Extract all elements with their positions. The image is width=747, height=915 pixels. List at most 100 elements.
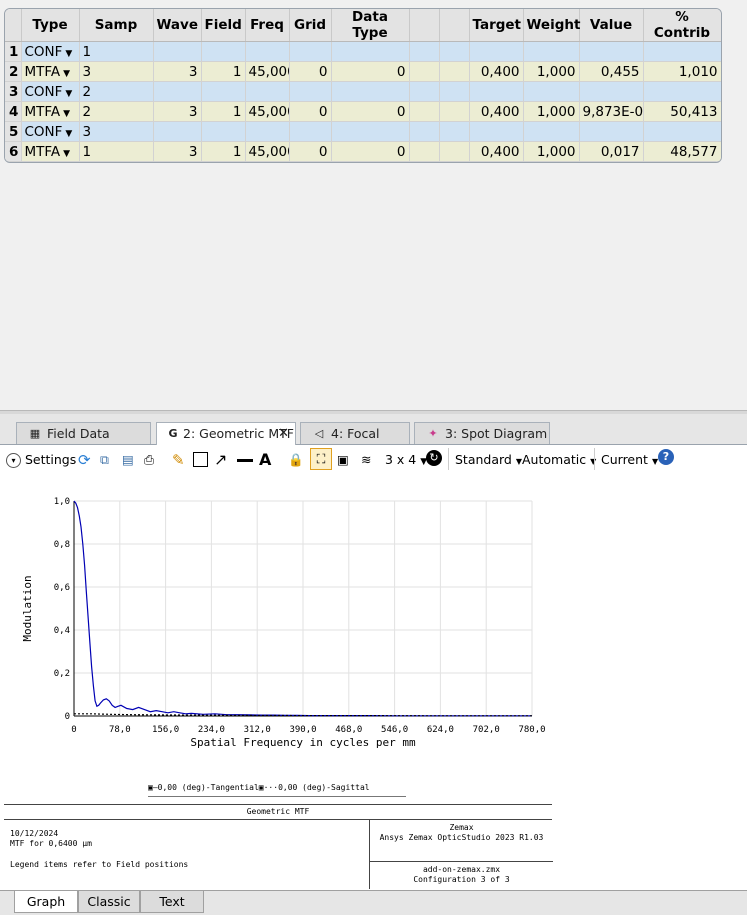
cell-weight[interactable] — [523, 41, 580, 62]
cell-weight[interactable]: 1,000 — [523, 101, 580, 122]
pencil-icon[interactable]: ✎ — [172, 451, 185, 469]
column-header[interactable]: Samp — [79, 9, 154, 42]
cell-contrib[interactable]: 50,413 — [643, 101, 721, 122]
zoom-box-icon[interactable]: ⛶ — [310, 448, 332, 470]
column-header[interactable]: % Contrib — [643, 9, 721, 42]
cell-field[interactable] — [201, 81, 246, 102]
operand-type-cell[interactable]: MTFA ▼ — [21, 141, 80, 162]
cell-dtype[interactable]: 0 — [331, 101, 410, 122]
cell-wave[interactable]: 3 — [153, 61, 202, 82]
cell-value[interactable]: 0,455 — [579, 61, 644, 82]
row-number[interactable]: 4 — [5, 101, 22, 122]
cell-field[interactable]: 1 — [201, 141, 246, 162]
tab-spot-diagram[interactable]: ✦ 3: Spot Diagram — [414, 422, 550, 444]
operand-type-cell[interactable]: CONF ▼ — [21, 81, 80, 102]
chevron-down-icon[interactable]: ▼ — [63, 149, 70, 159]
chevron-down-icon[interactable]: ▼ — [63, 109, 70, 119]
refresh-icon[interactable]: ⟳ — [78, 451, 91, 469]
cell-empty[interactable] — [409, 101, 440, 122]
cell-wave[interactable]: 3 — [153, 101, 202, 122]
cell-field[interactable]: 1 — [201, 101, 246, 122]
close-icon[interactable]: ✕ — [278, 423, 289, 445]
table-row[interactable]: 2MTFA▼33145,000000,4001,0000,4551,010 — [5, 61, 721, 82]
column-header[interactable]: Grid — [289, 9, 332, 42]
layout-dropdown[interactable]: 3 x 4 ▼ — [385, 451, 427, 469]
rectangle-icon[interactable] — [193, 452, 208, 467]
cell-grid[interactable]: 0 — [289, 101, 332, 122]
layers-icon[interactable]: ≋ — [361, 451, 371, 469]
save-icon[interactable]: ▤ — [122, 451, 134, 469]
cell-empty[interactable] — [409, 121, 440, 142]
cell-grid[interactable] — [289, 81, 332, 102]
row-number[interactable]: 3 — [5, 81, 22, 102]
column-header[interactable]: Freq — [245, 9, 290, 42]
cell-grid[interactable] — [289, 41, 332, 62]
cell-samp[interactable]: 3 — [79, 61, 154, 82]
cell-target[interactable]: 0,400 — [469, 141, 524, 162]
chevron-down-icon[interactable]: ▼ — [65, 49, 72, 59]
cell-value[interactable]: 9,873E-03 — [579, 101, 644, 122]
cell-freq[interactable] — [245, 121, 290, 142]
help-icon[interactable]: ? — [658, 449, 674, 465]
tab-geometric-mtf[interactable]: G 2: Geometric MTF ✕ — [156, 422, 296, 445]
cell-empty[interactable] — [439, 141, 470, 162]
row-number[interactable]: 1 — [5, 41, 22, 62]
cell-weight[interactable]: 1,000 — [523, 141, 580, 162]
table-row[interactable]: 3 CONF ▼ 2 — [5, 81, 721, 102]
chevron-down-icon[interactable]: ▼ — [65, 89, 72, 99]
column-header[interactable]: Value — [579, 9, 644, 42]
cell-dtype[interactable] — [331, 81, 410, 102]
cell-weight[interactable] — [523, 121, 580, 142]
automatic-dropdown[interactable]: Automatic ▼ — [522, 451, 596, 469]
cell-target[interactable] — [469, 41, 524, 62]
column-header[interactable] — [409, 9, 440, 42]
cell-freq[interactable]: 45,000 — [245, 141, 290, 162]
cell-grid[interactable]: 0 — [289, 141, 332, 162]
tab-focal-shift[interactable]: ◁ 4: Focal Shift — [300, 422, 410, 463]
tab-field-data-editor[interactable]: ▦ Field Data Editor — [16, 422, 151, 463]
window-icon[interactable]: ▣ — [337, 451, 349, 469]
cell-dtype[interactable]: 0 — [331, 61, 410, 82]
cell-empty[interactable] — [439, 61, 470, 82]
cell-empty[interactable] — [439, 41, 470, 62]
cell-value[interactable] — [579, 81, 644, 102]
cell-weight[interactable] — [523, 81, 580, 102]
text-icon[interactable]: A — [259, 451, 271, 469]
column-header[interactable]: Weight — [523, 9, 580, 42]
tab-graph[interactable]: Graph — [14, 891, 78, 913]
cell-wave[interactable] — [153, 81, 202, 102]
table-row[interactable]: 6MTFA▼13145,000000,4001,0000,01748,577 — [5, 141, 721, 162]
tab-classic[interactable]: Classic — [78, 891, 140, 913]
cell-freq[interactable]: 45,000 — [245, 101, 290, 122]
cell-samp[interactable]: 1 — [79, 41, 154, 62]
column-header[interactable]: Wave — [153, 9, 202, 42]
column-header[interactable] — [439, 9, 470, 42]
cell-empty[interactable] — [439, 81, 470, 102]
operand-type-cell[interactable]: CONF ▼ — [21, 41, 80, 62]
column-header[interactable] — [5, 9, 22, 42]
cell-freq[interactable] — [245, 41, 290, 62]
row-number[interactable]: 5 — [5, 121, 22, 142]
cell-grid[interactable] — [289, 121, 332, 142]
cell-samp[interactable]: 2 — [79, 101, 154, 122]
cell-wave[interactable] — [153, 121, 202, 142]
current-dropdown[interactable]: Current ▼ — [601, 451, 658, 469]
column-header[interactable]: Field — [201, 9, 246, 42]
cell-weight[interactable]: 1,000 — [523, 61, 580, 82]
tab-text[interactable]: Text — [140, 891, 204, 913]
operand-type-cell[interactable]: MTFA ▼ — [21, 61, 80, 82]
cell-empty[interactable] — [409, 41, 440, 62]
cell-wave[interactable] — [153, 41, 202, 62]
table-row[interactable]: 1 CONF ▼ 1 — [5, 41, 721, 62]
cell-dtype[interactable] — [331, 121, 410, 142]
line-icon[interactable] — [237, 459, 253, 462]
cell-samp[interactable]: 2 — [79, 81, 154, 102]
cell-field[interactable] — [201, 121, 246, 142]
arrow-icon[interactable]: ↗ — [214, 451, 227, 469]
cell-freq[interactable] — [245, 81, 290, 102]
cell-value[interactable]: 0,017 — [579, 141, 644, 162]
cell-field[interactable]: 1 — [201, 61, 246, 82]
chevron-down-icon[interactable]: ▼ — [63, 69, 70, 79]
cell-target[interactable] — [469, 81, 524, 102]
cell-dtype[interactable] — [331, 41, 410, 62]
